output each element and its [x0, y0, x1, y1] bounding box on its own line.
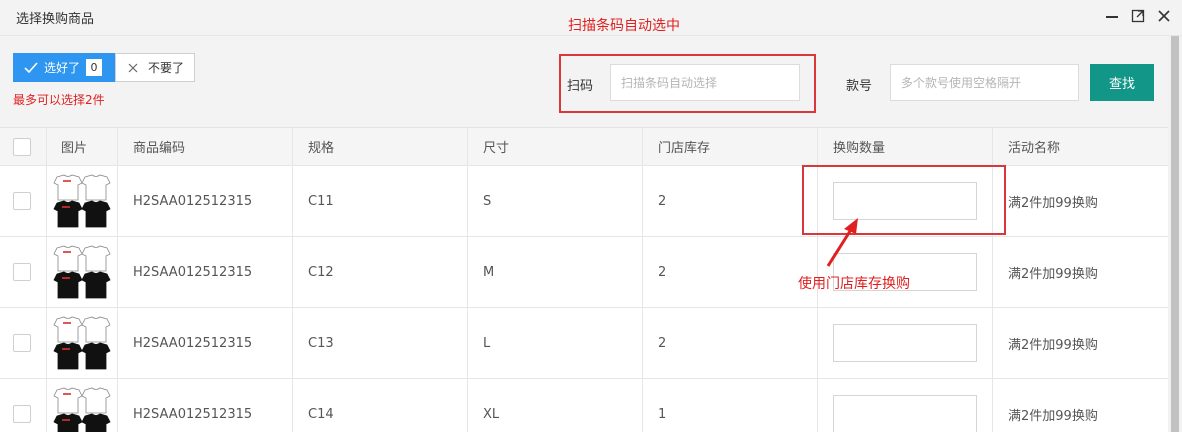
tshirt-image	[53, 174, 111, 227]
product-code: H2SAA012512315	[118, 308, 293, 378]
product-spec: C14	[293, 379, 468, 432]
row-checkbox[interactable]	[13, 405, 31, 423]
tshirt-image	[53, 245, 111, 298]
discard-label: 不要了	[148, 61, 185, 75]
row-check-cell	[0, 308, 47, 378]
qty-cell	[818, 308, 993, 378]
limit-note: 最多可以选择2件	[13, 93, 105, 107]
table-row[interactable]: H2SAA012512315 C14 XL 1 满2件加99换购	[0, 379, 1168, 432]
row-check-cell	[0, 166, 47, 236]
qty-input[interactable]	[833, 324, 977, 362]
arrow-icon	[826, 218, 858, 267]
minimize-icon[interactable]	[1104, 8, 1120, 24]
header-activity: 活动名称	[1008, 141, 1061, 156]
check-icon	[24, 61, 38, 73]
qty-input[interactable]	[833, 395, 977, 432]
product-code: H2SAA012512315	[118, 379, 293, 432]
maximize-icon[interactable]	[1130, 8, 1146, 24]
scan-input[interactable]	[610, 64, 800, 101]
table-header: 图片 商品编码 规格 尺寸 门店库存 换购数量 活动名称	[0, 128, 1168, 166]
row-checkbox[interactable]	[13, 334, 31, 352]
header-select-all	[0, 128, 47, 165]
row-check-cell	[0, 379, 47, 432]
close-icon[interactable]	[1156, 8, 1172, 24]
header-stock: 门店库存	[643, 128, 818, 165]
style-number-input[interactable]	[890, 64, 1079, 101]
scrollbar-thumb[interactable]	[1171, 36, 1179, 432]
row-checkbox[interactable]	[13, 192, 31, 210]
header-image: 图片	[47, 128, 118, 165]
table-row[interactable]: H2SAA012512315 C12 M 2 满2件加99换购	[0, 237, 1168, 308]
close-icon	[128, 63, 138, 72]
style-label: 款号	[846, 79, 873, 94]
selected-button[interactable]: 选好了 0	[13, 53, 115, 82]
activity-name: 满2件加99换购	[1008, 408, 1098, 424]
activity-name: 满2件加99换购	[1008, 266, 1098, 282]
scan-annotation: 扫描条码自动选中	[568, 18, 680, 34]
product-size: S	[468, 166, 643, 236]
table-row[interactable]: H2SAA012512315 C13 L 2 满2件加99换购	[0, 308, 1168, 379]
product-stock: 1	[643, 379, 818, 432]
search-button[interactable]: 查找	[1090, 64, 1154, 101]
activity-name: 满2件加99换购	[1008, 195, 1098, 211]
toolbar: 选好了 0 不要了 最多可以选择2件 扫码 款号 查找	[0, 36, 1182, 128]
vertical-scrollbar[interactable]	[1168, 36, 1182, 432]
product-spec: C12	[293, 237, 468, 307]
product-code: H2SAA012512315	[118, 166, 293, 236]
header-size: 尺寸	[468, 128, 643, 165]
qty-cell	[818, 379, 993, 432]
select-all-checkbox[interactable]	[13, 137, 31, 156]
product-stock: 2	[643, 237, 818, 307]
activity-name: 满2件加99换购	[1008, 337, 1098, 353]
header-code: 商品编码	[118, 128, 293, 165]
product-code: H2SAA012512315	[118, 237, 293, 307]
window-title: 选择换购商品	[16, 12, 95, 27]
header-qty: 换购数量	[818, 128, 993, 165]
discard-button[interactable]: 不要了	[115, 53, 195, 82]
qty-annotation: 使用门店库存换购	[798, 276, 910, 292]
product-image-cell	[47, 308, 118, 378]
selected-label: 选好了	[44, 61, 81, 75]
product-stock: 2	[643, 166, 818, 236]
product-spec: C11	[293, 166, 468, 236]
product-image-cell	[47, 379, 118, 432]
product-stock: 2	[643, 308, 818, 378]
product-image-cell	[47, 166, 118, 236]
header-spec: 规格	[293, 128, 468, 165]
row-checkbox[interactable]	[13, 263, 31, 281]
product-size: L	[468, 308, 643, 378]
tshirt-image	[53, 316, 111, 369]
selected-count-badge: 0	[86, 59, 103, 76]
product-size: XL	[468, 379, 643, 432]
row-check-cell	[0, 237, 47, 307]
tshirt-image	[53, 387, 111, 432]
product-size: M	[468, 237, 643, 307]
product-image-cell	[47, 237, 118, 307]
scan-label: 扫码	[567, 79, 594, 94]
product-spec: C13	[293, 308, 468, 378]
